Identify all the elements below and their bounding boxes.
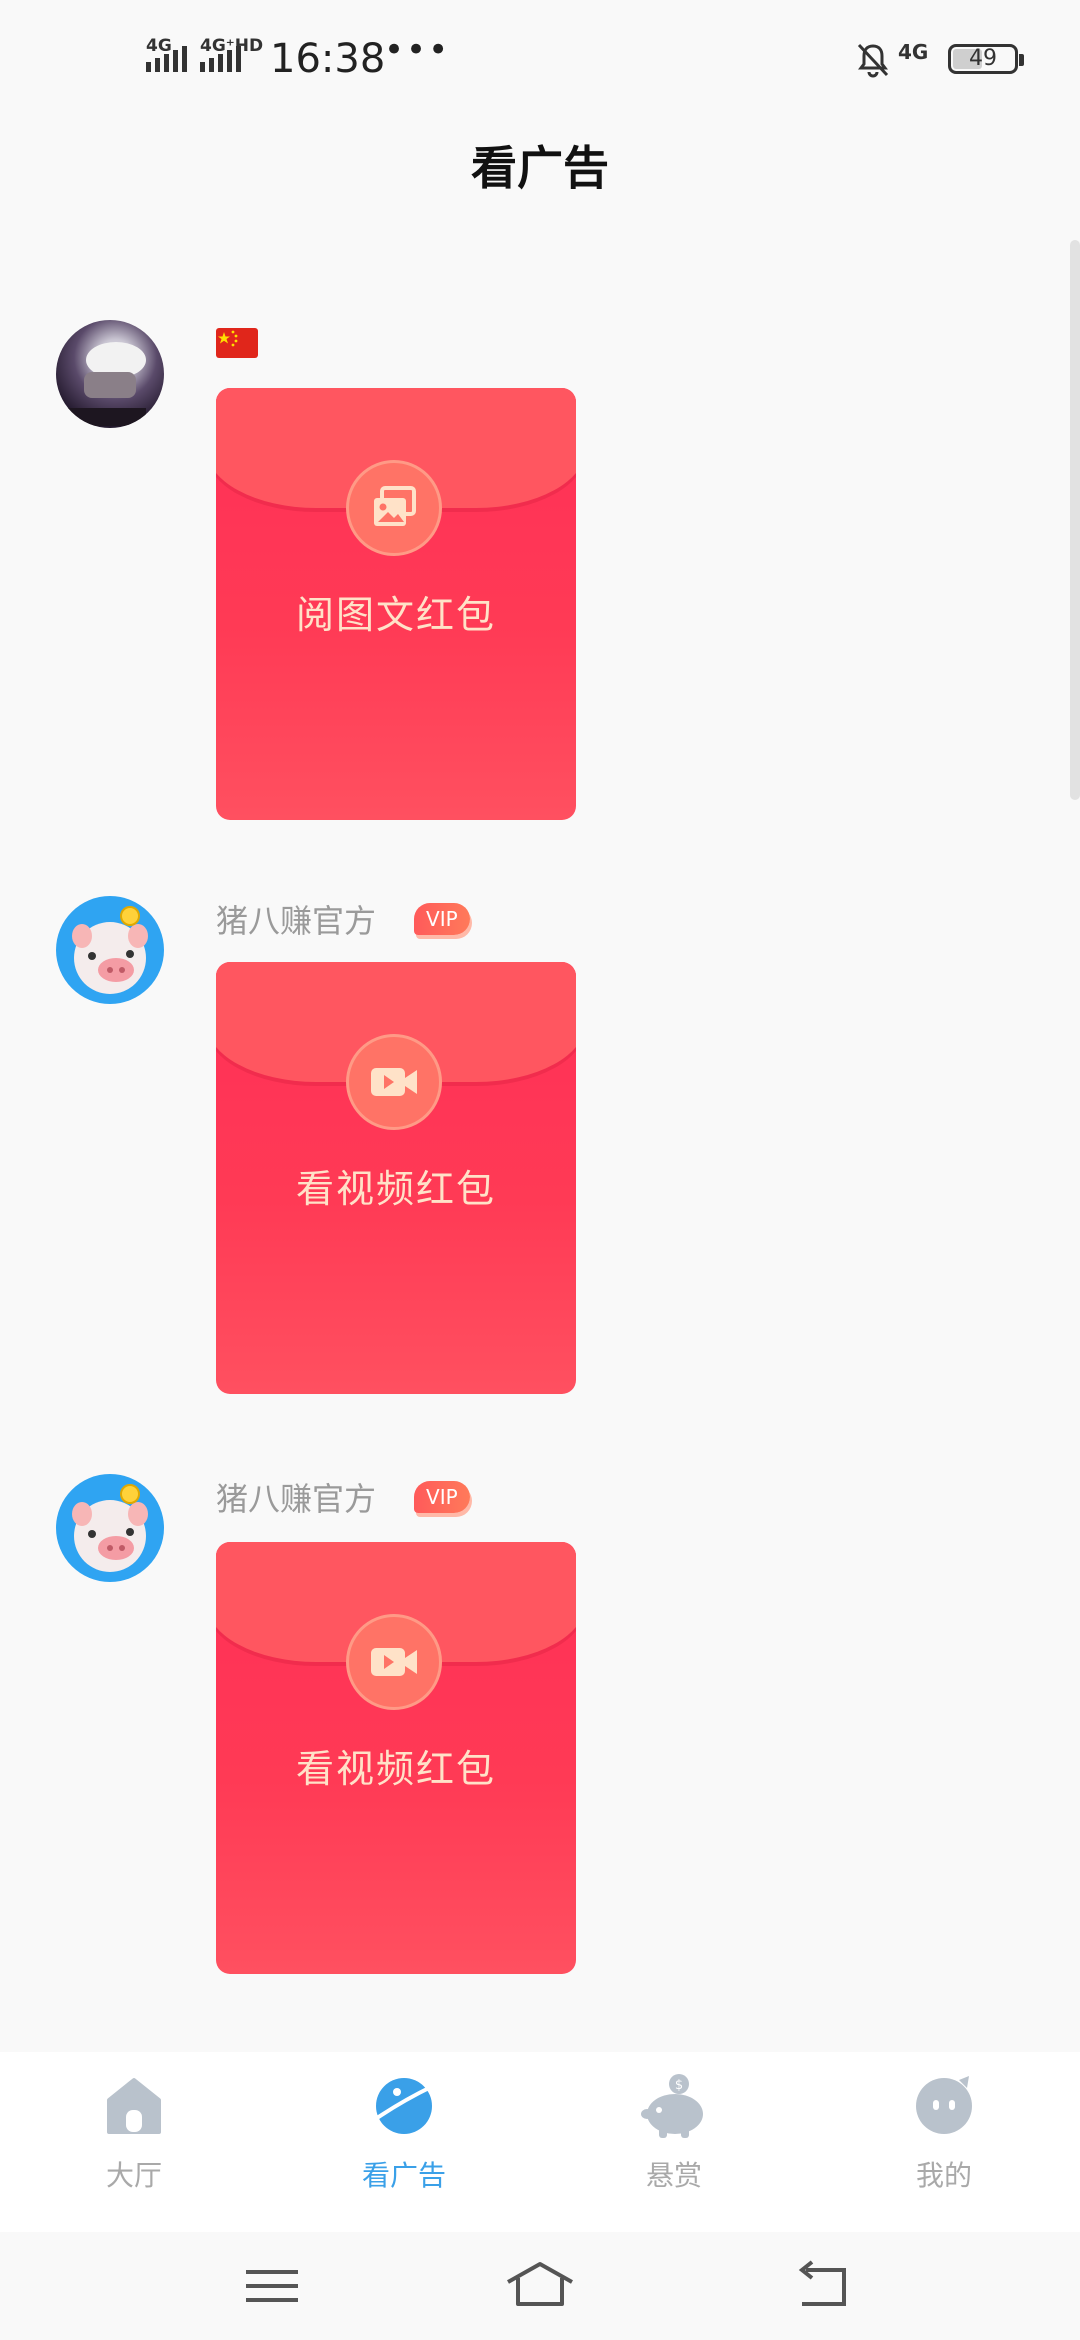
- sim1-signal-icon: 4G: [146, 36, 187, 72]
- sim2-signal-icon: 4G⁺HD: [200, 36, 263, 72]
- red-envelope-card[interactable]: 阅图文红包: [216, 388, 576, 820]
- network-type: 4G: [898, 40, 929, 64]
- status-bar: 4G 4G⁺HD 16:38 ••• 4G 49: [0, 0, 1080, 120]
- envelope-label: 看视频红包: [295, 1167, 496, 1211]
- pig-mascot-icon: [72, 906, 148, 994]
- battery-icon: 49: [948, 44, 1024, 74]
- scrollbar[interactable]: [1070, 240, 1080, 800]
- muted-bell-icon: [857, 43, 889, 78]
- planet-icon: [369, 2070, 439, 2140]
- page-title: 看广告: [471, 141, 609, 195]
- more-notifications-icon: •••: [384, 30, 451, 70]
- author-row: 猪八赚官方 VIP: [216, 896, 470, 942]
- home-button-icon[interactable]: [500, 2256, 580, 2316]
- svg-text:$: $: [675, 2078, 683, 2093]
- battery-percent: 49: [969, 46, 997, 71]
- vip-badge: VIP: [414, 1481, 470, 1513]
- user-photo-icon: [66, 342, 146, 426]
- red-envelope-card[interactable]: 看视频红包: [216, 1542, 576, 1974]
- tab-mine[interactable]: 我的: [844, 2070, 1044, 2194]
- avatar[interactable]: [56, 320, 164, 428]
- home-icon: [99, 2070, 169, 2140]
- author-row: 猪八赚官方 VIP: [216, 1474, 470, 1520]
- back-icon[interactable]: [784, 2256, 864, 2316]
- envelope-label: 看视频红包: [295, 1747, 496, 1791]
- pig-mascot-icon: [72, 1484, 148, 1572]
- tab-label: 大厅: [105, 2159, 162, 2192]
- tab-label: 我的: [915, 2159, 972, 2192]
- video-camera-icon: [346, 1034, 442, 1130]
- clock: 16:38: [270, 36, 386, 82]
- tab-label: 看广告: [361, 2159, 446, 2192]
- tab-watch-ads[interactable]: 看广告: [304, 2070, 504, 2194]
- tab-hall[interactable]: 大厅: [34, 2070, 234, 2194]
- tab-bounty[interactable]: $ 悬赏: [574, 2070, 774, 2194]
- vip-badge: VIP: [414, 903, 470, 935]
- tab-label: 悬赏: [645, 2159, 702, 2192]
- sim2-label: 4G⁺HD: [200, 36, 264, 56]
- author-name[interactable]: 猪八赚官方: [216, 1474, 376, 1520]
- red-envelope-card[interactable]: 看视频红包: [216, 962, 576, 1394]
- menu-icon[interactable]: [232, 2256, 312, 2316]
- author-name[interactable]: 猪八赚官方: [216, 896, 376, 942]
- image-gallery-icon: [346, 460, 442, 556]
- piggy-bank-icon: $: [639, 2070, 709, 2140]
- sim1-label: 4G: [146, 36, 172, 56]
- video-camera-icon: [346, 1614, 442, 1710]
- profile-icon: [909, 2070, 979, 2140]
- china-flag-icon: [216, 328, 258, 358]
- system-navigation-bar: [0, 2232, 1080, 2340]
- avatar[interactable]: [56, 1474, 164, 1582]
- bottom-tab-bar: 大厅 看广告 $ 悬赏 我的: [0, 2052, 1080, 2232]
- avatar[interactable]: [56, 896, 164, 1004]
- envelope-label: 阅图文红包: [295, 593, 496, 637]
